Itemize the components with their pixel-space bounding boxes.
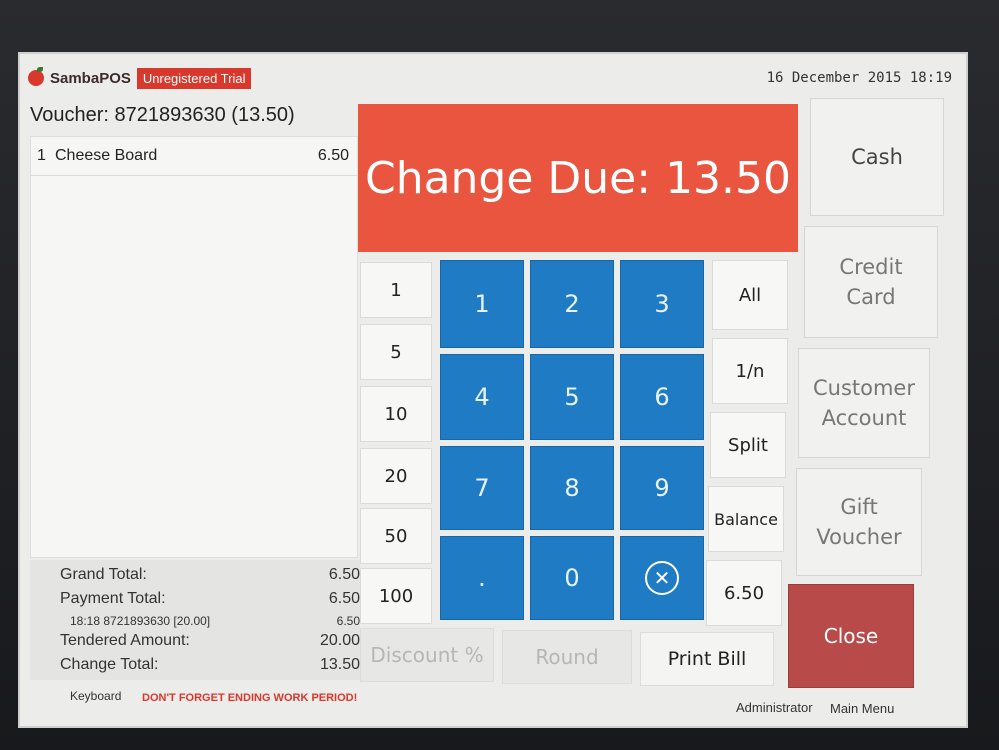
tomato-icon: [28, 67, 44, 86]
main-menu-link[interactable]: Main Menu: [830, 701, 894, 716]
grand-total-label: Grand Total:: [60, 566, 147, 583]
quick-amount-5[interactable]: 5: [360, 324, 432, 380]
close-button[interactable]: Close: [788, 584, 914, 688]
totals-panel: Grand Total: 6.50 Payment Total: 6.50 18…: [30, 560, 360, 680]
cash-button[interactable]: Cash: [810, 98, 944, 216]
work-period-warning: DON'T FORGET ENDING WORK PERIOD!: [142, 692, 358, 704]
app-logo: SambaPOS Unregistered Trial: [28, 66, 252, 90]
quick-amount-10[interactable]: 10: [360, 386, 432, 442]
order-qty: 1: [37, 147, 46, 164]
keyboard-link[interactable]: Keyboard: [70, 689, 121, 703]
keypad-0[interactable]: 0: [530, 536, 614, 620]
keypad-4[interactable]: 4: [440, 354, 524, 440]
customer-account-button[interactable]: Customer Account: [798, 348, 930, 458]
keypad-3[interactable]: 3: [620, 260, 704, 348]
print-bill-button[interactable]: Print Bill: [640, 632, 774, 686]
keypad-5[interactable]: 5: [530, 354, 614, 440]
all-button[interactable]: All: [712, 260, 788, 330]
change-total-value: 13.50: [319, 656, 360, 673]
discount-button[interactable]: Discount %: [360, 628, 494, 682]
voucher-title: Voucher: 8721893630 (13.50): [30, 104, 295, 126]
split-button[interactable]: Split: [710, 412, 786, 478]
clear-icon: ✕: [645, 561, 679, 595]
tendered-label: Tendered Amount:: [60, 632, 190, 649]
keypad-9[interactable]: 9: [620, 446, 704, 530]
quick-amount-1[interactable]: 1: [360, 262, 432, 318]
credit-card-button[interactable]: Credit Card: [804, 226, 938, 338]
payment-detail-value: 6.50: [336, 614, 360, 628]
payment-detail-label: 18:18 8721893630 [20.00]: [70, 614, 211, 628]
datetime: 16 December 2015 18:19: [766, 70, 952, 86]
round-button[interactable]: Round: [502, 630, 632, 684]
app-name: SambaPOS: [50, 69, 131, 87]
gift-voucher-button[interactable]: Gift Voucher: [796, 468, 922, 576]
payment-total-value: 6.50: [328, 590, 360, 607]
keypad-decimal[interactable]: .: [440, 536, 524, 620]
tendered-value: 20.00: [319, 632, 360, 649]
amount-button[interactable]: 6.50: [706, 560, 782, 626]
keypad-clear-button[interactable]: ✕: [620, 536, 704, 620]
quick-amount-100[interactable]: 100: [360, 568, 432, 624]
pos-screen: SambaPOS Unregistered Trial 16 December …: [18, 52, 968, 728]
keypad-2[interactable]: 2: [530, 260, 614, 348]
grand-total-value: 6.50: [328, 566, 360, 583]
trial-badge: Unregistered Trial: [136, 67, 252, 89]
keypad-1[interactable]: 1: [440, 260, 524, 348]
balance-button[interactable]: Balance: [708, 486, 784, 552]
user-name: Administrator: [736, 700, 813, 715]
change-due-banner: Change Due: 13.50: [358, 104, 798, 252]
divide-n-button[interactable]: 1/n: [712, 338, 788, 404]
keypad-8[interactable]: 8: [530, 446, 614, 530]
quick-amount-20[interactable]: 20: [360, 448, 432, 504]
change-total-label: Change Total:: [60, 656, 159, 673]
quick-amount-50[interactable]: 50: [360, 508, 432, 564]
order-name: Cheese Board: [55, 147, 158, 164]
keypad-7[interactable]: 7: [440, 446, 524, 530]
keypad-6[interactable]: 6: [620, 354, 704, 440]
order-row[interactable]: 1 Cheese Board 6.50: [31, 137, 357, 176]
payment-total-label: Payment Total:: [60, 590, 166, 607]
order-price: 6.50: [317, 147, 349, 164]
ticket-order-list: 1 Cheese Board 6.50: [30, 136, 358, 558]
